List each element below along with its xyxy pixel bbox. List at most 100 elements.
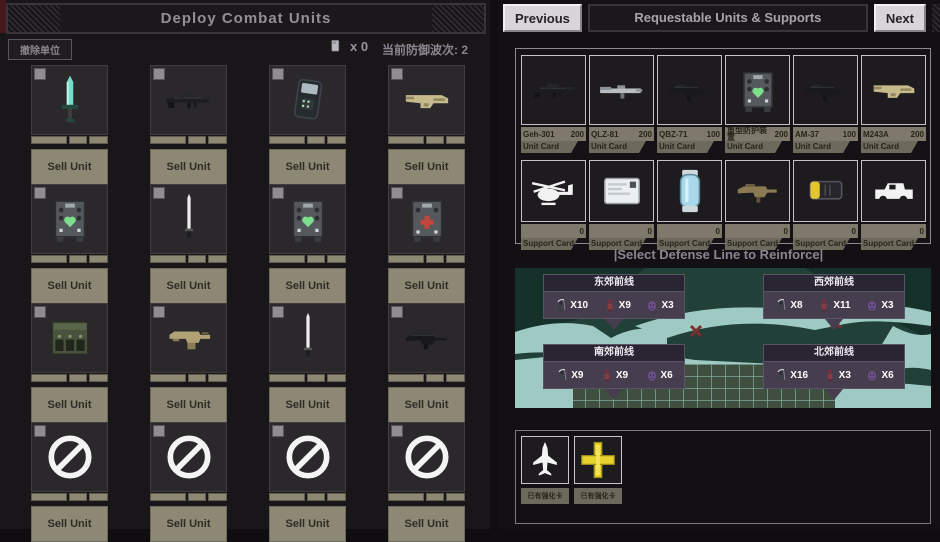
deployed-unit-card[interactable]: Sell Unit	[150, 65, 227, 184]
unit-image[interactable]	[388, 303, 465, 373]
sell-unit-button[interactable]: Sell Unit	[150, 268, 227, 304]
support-card-image[interactable]	[725, 160, 790, 222]
unit-checkbox[interactable]	[34, 187, 46, 199]
support-card-image[interactable]	[521, 160, 586, 222]
sell-unit-button[interactable]: Sell Unit	[31, 506, 108, 542]
sell-unit-button[interactable]: Sell Unit	[269, 268, 346, 304]
deployed-unit-card[interactable]: Sell Unit	[388, 184, 465, 303]
support-card[interactable]: 0 Support Card	[589, 160, 654, 250]
support-card-image[interactable]	[861, 160, 926, 222]
unit-image[interactable]	[388, 65, 465, 135]
defense-line-box[interactable]: 北郊前线 X16X3X6	[763, 344, 905, 400]
support-card-image[interactable]	[589, 160, 654, 222]
requestable-unit-card[interactable]: QBZ-71 100 Unit Card	[657, 55, 722, 153]
sell-unit-button[interactable]: Sell Unit	[388, 387, 465, 423]
deployed-unit-card[interactable]: Sell Unit	[388, 422, 465, 541]
sell-unit-button[interactable]: Sell Unit	[388, 506, 465, 542]
unit-checkbox[interactable]	[153, 68, 165, 80]
owned-card-image[interactable]	[574, 436, 622, 484]
unit-image[interactable]	[388, 422, 465, 492]
deployed-unit-card[interactable]: Sell Unit	[150, 303, 227, 422]
unit-checkbox[interactable]	[34, 306, 46, 318]
unit-card-image[interactable]	[793, 55, 858, 125]
deployed-unit-card[interactable]: Sell Unit	[150, 184, 227, 303]
previous-button[interactable]: Previous	[503, 4, 582, 32]
support-card[interactable]: 0 Support Card	[793, 160, 858, 250]
requestable-unit-card[interactable]: AM-37 100 Unit Card	[793, 55, 858, 153]
sell-unit-button[interactable]: Sell Unit	[31, 268, 108, 304]
sell-unit-button[interactable]: Sell Unit	[269, 149, 346, 185]
sell-unit-button[interactable]: Sell Unit	[388, 149, 465, 185]
unit-image[interactable]	[150, 422, 227, 492]
unit-checkbox[interactable]	[391, 68, 403, 80]
support-card[interactable]: 0 Support Card	[861, 160, 926, 250]
deployed-unit-card[interactable]: Sell Unit	[269, 303, 346, 422]
unit-image[interactable]	[150, 65, 227, 135]
deployed-unit-card[interactable]: Sell Unit	[31, 303, 108, 422]
unit-image[interactable]	[31, 422, 108, 492]
owned-card-image[interactable]	[521, 436, 569, 484]
deployed-unit-card[interactable]: Sell Unit	[31, 184, 108, 303]
owned-card[interactable]: 已有强化卡	[521, 436, 569, 504]
unit-checkbox[interactable]	[391, 306, 403, 318]
unit-image[interactable]	[388, 184, 465, 254]
unit-name: AM-37	[795, 131, 819, 138]
sell-unit-button[interactable]: Sell Unit	[150, 149, 227, 185]
unit-checkbox[interactable]	[272, 187, 284, 199]
support-card[interactable]: 0 Support Card	[521, 160, 586, 250]
support-card-image[interactable]	[793, 160, 858, 222]
defense-line-box[interactable]: 东郊前线 X10X9X3	[543, 274, 685, 330]
sell-unit-button[interactable]: Sell Unit	[150, 387, 227, 423]
unit-image[interactable]	[31, 303, 108, 373]
unit-image[interactable]	[269, 184, 346, 254]
unit-checkbox[interactable]	[391, 425, 403, 437]
deployed-unit-card[interactable]: Sell Unit	[269, 422, 346, 541]
unit-checkbox[interactable]	[272, 425, 284, 437]
unit-image[interactable]	[150, 184, 227, 254]
deployed-unit-card[interactable]: Sell Unit	[31, 65, 108, 184]
support-card-image[interactable]	[657, 160, 722, 222]
deployed-unit-card[interactable]: Sell Unit	[269, 184, 346, 303]
requestable-unit-card[interactable]: 重型防护装置 200 Unit Card	[725, 55, 790, 153]
unit-image[interactable]	[150, 303, 227, 373]
requestable-unit-card[interactable]: M243A 200 Unit Card	[861, 55, 926, 153]
sell-unit-button[interactable]: Sell Unit	[150, 506, 227, 542]
sell-unit-button[interactable]: Sell Unit	[269, 506, 346, 542]
unit-checkbox[interactable]	[153, 425, 165, 437]
unit-checkbox[interactable]	[272, 68, 284, 80]
next-button[interactable]: Next	[874, 4, 926, 32]
defense-line-box[interactable]: 南郊前线 X9X9X6	[543, 344, 685, 400]
unit-image[interactable]	[31, 65, 108, 135]
requestable-unit-card[interactable]: Geh-301 200 Unit Card	[521, 55, 586, 153]
unit-card-image[interactable]	[521, 55, 586, 125]
unit-image[interactable]	[269, 65, 346, 135]
requestable-unit-card[interactable]: QLZ-81 200 Unit Card	[589, 55, 654, 153]
unit-card-image[interactable]	[657, 55, 722, 125]
deployed-unit-card[interactable]: Sell Unit	[388, 65, 465, 184]
unit-checkbox[interactable]	[153, 187, 165, 199]
unit-card-image[interactable]	[861, 55, 926, 125]
unit-image[interactable]	[31, 184, 108, 254]
unit-checkbox[interactable]	[272, 306, 284, 318]
deployed-unit-card[interactable]: Sell Unit	[150, 422, 227, 541]
deployed-unit-card[interactable]: Sell Unit	[269, 65, 346, 184]
sell-unit-button[interactable]: Sell Unit	[31, 149, 108, 185]
unit-checkbox[interactable]	[153, 306, 165, 318]
defense-line-box[interactable]: 西郊前线 X8X11X3	[763, 274, 905, 330]
unit-card-image[interactable]	[725, 55, 790, 125]
unit-checkbox[interactable]	[34, 68, 46, 80]
support-card[interactable]: 0 Support Card	[725, 160, 790, 250]
sell-unit-button[interactable]: Sell Unit	[31, 387, 108, 423]
deployed-unit-card[interactable]: Sell Unit	[31, 422, 108, 541]
sell-unit-button[interactable]: Sell Unit	[269, 387, 346, 423]
owned-card[interactable]: 已有强化卡	[574, 436, 622, 504]
support-card[interactable]: 0 Support Card	[657, 160, 722, 250]
unit-card-image[interactable]	[589, 55, 654, 125]
unit-checkbox[interactable]	[34, 425, 46, 437]
unit-image[interactable]	[269, 422, 346, 492]
sell-unit-button[interactable]: Sell Unit	[388, 268, 465, 304]
deployed-unit-card[interactable]: Sell Unit	[388, 303, 465, 422]
unit-checkbox[interactable]	[391, 187, 403, 199]
unit-image[interactable]	[269, 303, 346, 373]
clear-units-button[interactable]: 撤除单位	[8, 39, 72, 60]
